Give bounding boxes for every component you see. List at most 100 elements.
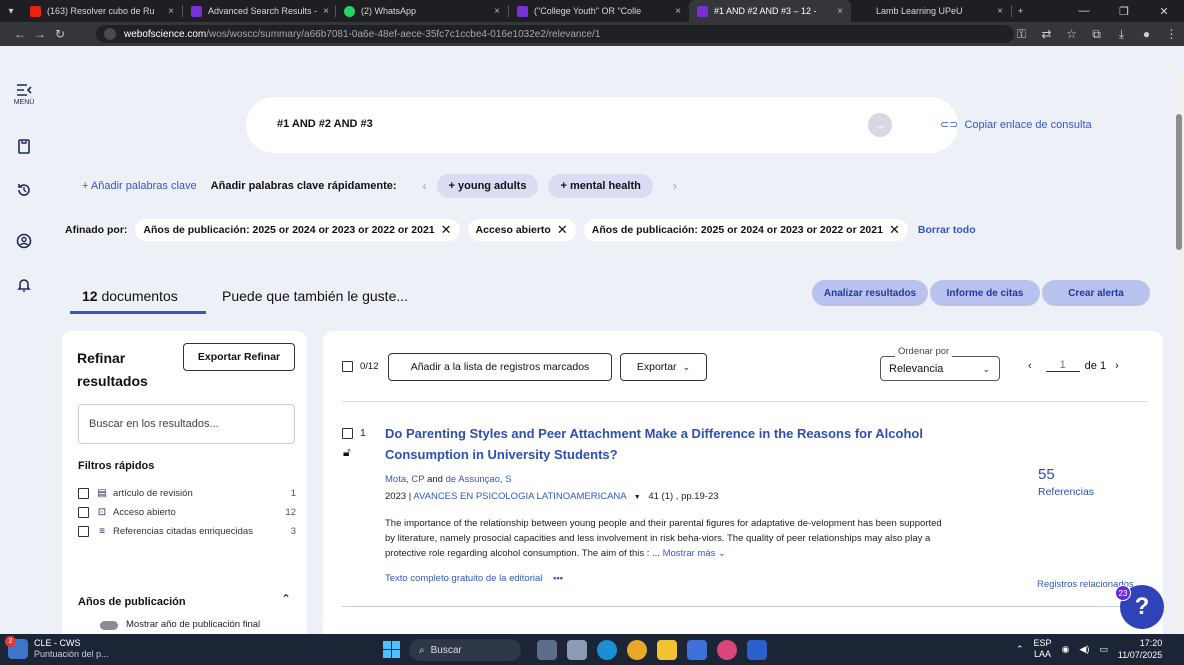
close-icon[interactable]: ✕ (557, 222, 568, 238)
battery-icon[interactable]: ▭ (1099, 644, 1108, 655)
close-window-icon[interactable]: ✕ (1144, 0, 1184, 22)
chevron-left-icon[interactable]: ‹ (423, 179, 427, 193)
forward-icon[interactable]: → (30, 22, 50, 46)
chevron-up-icon[interactable]: ⌃ (1016, 644, 1024, 655)
reload-icon[interactable]: ↻ (50, 22, 70, 46)
profile-button[interactable] (0, 233, 48, 249)
record-select[interactable]: 1 (342, 427, 366, 439)
checkbox[interactable] (78, 525, 89, 537)
back-icon[interactable]: ← (10, 22, 30, 46)
checkbox[interactable] (78, 506, 89, 518)
browser-tab[interactable]: Advanced Search Results - × (183, 0, 335, 22)
tab-may-like[interactable]: Puede que también le guste... (222, 288, 408, 304)
query-text[interactable]: #1 AND #2 AND #3 (277, 118, 373, 130)
free-full-text-link[interactable]: Texto completo gratuito de la editorial … (385, 573, 563, 584)
citation-label[interactable]: Referencias (1038, 486, 1094, 498)
restore-icon[interactable]: ❐ (1104, 0, 1144, 22)
add-keywords-link[interactable]: + Añadir palabras clave (82, 180, 197, 192)
keyword-chip[interactable]: + young adults (436, 174, 539, 198)
scrollbar[interactable] (1174, 74, 1184, 634)
caret-down-icon[interactable]: ▼ (634, 494, 641, 501)
new-tab-button[interactable]: + (1012, 0, 1036, 22)
arrow-right-icon[interactable]: → (868, 113, 892, 137)
create-alert-button[interactable]: Crear alerta (1042, 280, 1150, 306)
extensions-icon[interactable]: ⧉ (1084, 27, 1109, 42)
record-title[interactable]: Do Parenting Styles and Peer Attachment … (385, 423, 945, 465)
export-button[interactable]: Exportar ⌄ (620, 353, 707, 381)
chevron-right-icon[interactable]: › (673, 179, 677, 193)
checkbox[interactable] (342, 427, 353, 439)
chevron-up-icon[interactable]: ⌃ (281, 592, 291, 606)
file-explorer-icon[interactable] (657, 640, 677, 660)
menu-button[interactable]: MENÚ (0, 82, 48, 106)
analyze-results-button[interactable]: Analizar resultados (812, 280, 928, 306)
clear-all-link[interactable]: Borrar todo (918, 224, 976, 236)
close-icon[interactable]: × (488, 6, 500, 17)
sort-select[interactable]: Relevancia ⌄ (880, 356, 1000, 381)
close-icon[interactable]: ✕ (441, 222, 452, 238)
close-icon[interactable]: ✕ (889, 222, 900, 238)
close-icon[interactable]: × (669, 6, 681, 17)
url-field[interactable]: webofscience.com /wos/woscc/summary/a66b… (96, 25, 1014, 43)
select-all[interactable]: 0/12 (342, 361, 379, 372)
export-refine-button[interactable]: Exportar Refinar (183, 343, 295, 371)
show-more-link[interactable]: Mostrar más ⌄ (663, 548, 726, 559)
language-indicator[interactable]: ESP LAA (1034, 638, 1052, 660)
browser-tab[interactable]: ("College Youth" OR "Colle × (509, 0, 689, 22)
chrome-icon[interactable] (627, 640, 647, 660)
marked-list-button[interactable] (0, 138, 48, 154)
close-icon[interactable]: × (991, 6, 1003, 17)
chrome-profile-icon[interactable] (717, 640, 737, 660)
add-to-marked-button[interactable]: Añadir a la lista de registros marcados (388, 353, 612, 381)
keyword-chip[interactable]: + mental health (548, 174, 653, 198)
author-link[interactable]: Mota, CP (385, 474, 424, 485)
browser-tab[interactable]: (2) WhatsApp × (336, 0, 508, 22)
translate-icon[interactable]: ⇄ (1034, 27, 1059, 41)
chevron-right-icon[interactable]: › (1115, 360, 1119, 372)
store-icon[interactable] (687, 640, 707, 660)
journal-link[interactable]: AVANCES EN PSICOLOGIA LATINOAMERICANA (413, 491, 626, 502)
quick-filter-item[interactable]: ⊡ Acceso abierto 12 (78, 504, 296, 520)
checkbox[interactable] (78, 487, 89, 499)
search-in-results-input[interactable]: Buscar en los resultados... (78, 404, 295, 444)
more-options-icon[interactable]: ••• (553, 573, 563, 584)
quick-filter-item[interactable]: ≡ Referencias citadas enriquecidas 3 (78, 523, 296, 539)
browser-tab-active[interactable]: #1 AND #2 AND #3 – 12 - × (689, 0, 851, 22)
query-box[interactable]: #1 AND #2 AND #3 → (246, 97, 958, 153)
profile-avatar[interactable]: ● (1134, 27, 1159, 41)
clock[interactable]: 17:20 11/07/2025 (1118, 637, 1162, 661)
history-button[interactable] (0, 182, 48, 198)
author-link[interactable]: de Assunçao, S (446, 474, 512, 485)
browser-tab[interactable]: (163) Resolver cubo de Ru × (22, 0, 182, 22)
page-input[interactable]: 1 (1045, 359, 1080, 372)
password-key-icon[interactable]: ⚿ (1009, 27, 1034, 42)
game-app-icon[interactable] (537, 640, 557, 660)
scrollbar-thumb[interactable] (1176, 114, 1182, 250)
tab-documents[interactable]: 12 documentos (82, 288, 178, 304)
edge-icon[interactable] (597, 640, 617, 660)
checkbox[interactable] (342, 361, 353, 372)
copy-query-link[interactable]: ⊂⊃ Copiar enlace de consulta (940, 118, 1092, 132)
task-view-icon[interactable] (567, 640, 587, 660)
browser-menu-icon[interactable]: ⋮ (1159, 27, 1184, 41)
wifi-icon[interactable]: ◉ (1062, 644, 1070, 655)
downloads-icon[interactable]: ⤓ (1109, 27, 1134, 42)
close-icon[interactable]: × (317, 6, 329, 17)
tab-search-icon[interactable]: ▾ (0, 0, 22, 22)
close-icon[interactable]: × (162, 6, 174, 17)
minimize-icon[interactable]: — (1064, 0, 1104, 22)
volume-icon[interactable]: ◀) (1079, 644, 1089, 655)
close-icon[interactable]: × (831, 6, 843, 17)
taskbar-search[interactable]: ⌕ Buscar (409, 639, 521, 661)
citation-count[interactable]: 55 (1038, 466, 1055, 483)
word-icon[interactable] (747, 640, 767, 660)
site-info-icon[interactable] (104, 28, 116, 40)
windows-start-icon[interactable] (383, 641, 400, 658)
show-final-year-toggle[interactable] (100, 621, 118, 630)
browser-tab[interactable]: Lamb Learning UPeU × (851, 0, 1011, 22)
widgets-button[interactable]: 2 CLE - CWS Puntuación del p... (5, 636, 109, 660)
alerts-button[interactable] (0, 277, 48, 293)
quick-filter-item[interactable]: ▤ artículo de revisión 1 (78, 485, 296, 501)
bookmark-star-icon[interactable]: ☆ (1059, 27, 1084, 41)
citation-report-button[interactable]: Informe de citas (930, 280, 1040, 306)
